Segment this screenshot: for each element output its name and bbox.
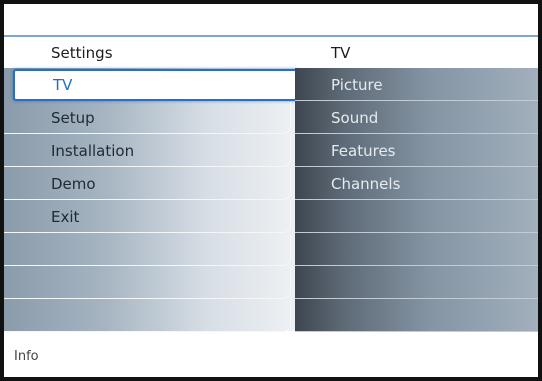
submenu-item-picture[interactable]: Picture	[295, 69, 538, 101]
menu-item-label: TV	[53, 76, 73, 94]
submenu-item-label: Sound	[331, 109, 379, 127]
tv-submenu-title: TV	[331, 44, 351, 62]
submenu-item-features[interactable]: Features	[295, 135, 538, 167]
menu-item-label: Exit	[51, 208, 80, 226]
menu-item-empty	[4, 234, 291, 266]
submenu-item-label: Features	[331, 142, 396, 160]
settings-title: Settings	[51, 44, 113, 62]
submenu-item-empty	[295, 267, 538, 299]
menu-item-exit[interactable]: Exit	[4, 201, 291, 233]
submenu-item-empty	[295, 300, 538, 332]
menu-item-label: Installation	[51, 142, 135, 160]
top-bar	[4, 4, 538, 35]
menu-item-demo[interactable]: Demo	[4, 168, 291, 200]
menu-item-label: Demo	[51, 175, 96, 193]
menu-item-tv[interactable]: TV	[13, 69, 299, 101]
menu-item-label: Setup	[51, 109, 95, 127]
submenu-item-empty	[295, 234, 538, 266]
submenu-item-label: Picture	[331, 76, 383, 94]
submenu-item-empty	[295, 201, 538, 233]
menu-item-empty	[4, 300, 291, 332]
submenu-item-sound[interactable]: Sound	[295, 102, 538, 134]
info-label: Info	[14, 349, 39, 364]
submenu-panel: Picture Sound Features Channels	[295, 68, 538, 332]
main-menu-panel: TV Setup Installation Demo Exit	[4, 68, 299, 332]
menu-item-setup[interactable]: Setup	[4, 102, 291, 134]
menu-header: Settings TV	[4, 37, 538, 68]
menu-item-installation[interactable]: Installation	[4, 135, 291, 167]
menu-item-empty	[4, 267, 291, 299]
submenu-item-label: Channels	[331, 175, 401, 193]
submenu-item-channels[interactable]: Channels	[295, 168, 538, 200]
tv-menu-screen: Settings TV TV Setup Installation Demo E…	[0, 0, 542, 381]
